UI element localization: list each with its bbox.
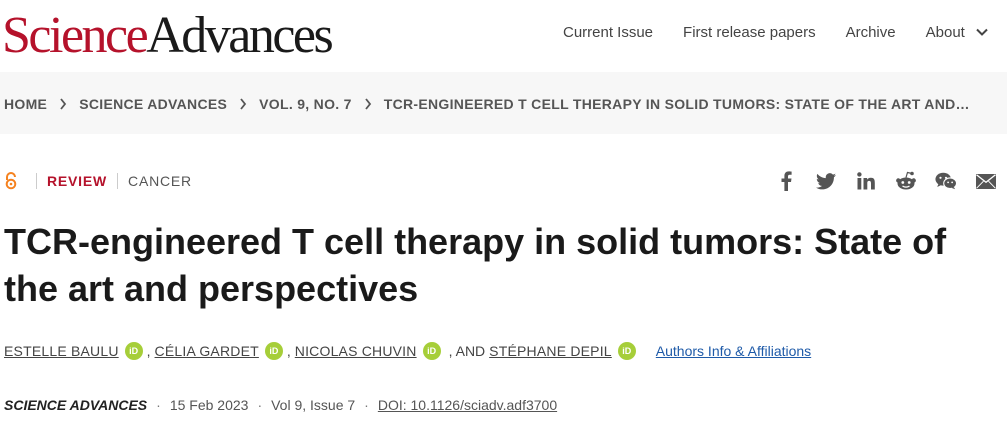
site-header: ScienceAdvances Current Issue First rele…: [0, 0, 1007, 72]
author-list: ESTELLE BAULU iD , CÉLIA GARDET iD , NIC…: [4, 342, 811, 360]
breadcrumb-home[interactable]: HOME: [4, 96, 47, 112]
author-separator: , AND: [448, 343, 486, 359]
breadcrumb-issue[interactable]: VOL. 9, NO. 7: [259, 96, 352, 112]
author-name[interactable]: NICOLAS CHUVIN: [295, 343, 417, 359]
twitter-icon[interactable]: [815, 170, 837, 192]
breadcrumb: HOME SCIENCE ADVANCES VOL. 9, NO. 7 TCR-…: [4, 96, 970, 112]
logo-science: Science: [2, 7, 149, 64]
open-access-icon: [5, 172, 17, 190]
wechat-icon[interactable]: [935, 170, 957, 192]
author-separator: ,: [286, 343, 291, 359]
orcid-icon[interactable]: iD: [617, 342, 636, 360]
logo-advances: Advances: [146, 7, 334, 64]
reddit-icon[interactable]: [895, 170, 917, 192]
separator-dot: ·: [364, 397, 369, 413]
nav-about[interactable]: About: [926, 24, 989, 41]
orcid-icon[interactable]: iD: [264, 342, 283, 360]
chevron-down-icon: [976, 28, 988, 36]
orcid-icon[interactable]: iD: [422, 342, 441, 360]
authors-affiliations-link[interactable]: Authors Info & Affiliations: [656, 343, 811, 359]
separator-dot: ·: [257, 397, 263, 413]
breadcrumb-journal[interactable]: SCIENCE ADVANCES: [79, 96, 227, 112]
doi-link[interactable]: DOI: 10.1126/sciadv.adf3700: [378, 397, 557, 413]
breadcrumb-article: TCR-ENGINEERED T CELL THERAPY IN SOLID T…: [383, 96, 970, 112]
separator-dot: ·: [156, 397, 161, 413]
article-title: TCR-engineered T cell therapy in solid t…: [4, 221, 947, 309]
email-icon[interactable]: [975, 170, 997, 192]
author-name[interactable]: ESTELLE BAULU: [4, 343, 119, 359]
chevron-right-icon: [365, 98, 371, 110]
breadcrumb-band: HOME SCIENCE ADVANCES VOL. 9, NO. 7 TCR-…: [0, 72, 1007, 134]
chevron-right-icon: [60, 98, 67, 110]
article-subject[interactable]: CANCER: [128, 173, 192, 189]
share-bar: [757, 170, 997, 192]
orcid-icon[interactable]: iD: [124, 342, 143, 360]
publication-date: 15 Feb 2023: [169, 397, 249, 413]
author-name[interactable]: CÉLIA GARDET: [155, 343, 259, 359]
linkedin-icon[interactable]: [855, 170, 877, 192]
author-separator: ,: [146, 343, 151, 359]
site-logo[interactable]: ScienceAdvances: [2, 7, 334, 64]
chevron-right-icon: [240, 98, 247, 110]
divider: [117, 173, 119, 189]
nav-about-label: About: [925, 24, 965, 41]
nav-archive[interactable]: Archive: [846, 24, 896, 41]
journal-name[interactable]: SCIENCE ADVANCES: [4, 397, 147, 413]
nav-current-issue[interactable]: Current Issue: [563, 24, 653, 41]
nav-first-release[interactable]: First release papers: [683, 24, 816, 41]
article-type: REVIEW: [47, 173, 108, 189]
citation-line: SCIENCE ADVANCES · 15 Feb 2023 · Vol 9, …: [4, 397, 557, 413]
divider: [36, 173, 37, 189]
issue-info: Vol 9, Issue 7: [271, 397, 356, 413]
article-meta: REVIEW CANCER: [4, 172, 192, 190]
main-nav: Current Issue First release papers Archi…: [563, 24, 989, 41]
facebook-icon[interactable]: [775, 170, 797, 192]
author-name[interactable]: STÉPHANE DEPIL: [489, 343, 612, 359]
